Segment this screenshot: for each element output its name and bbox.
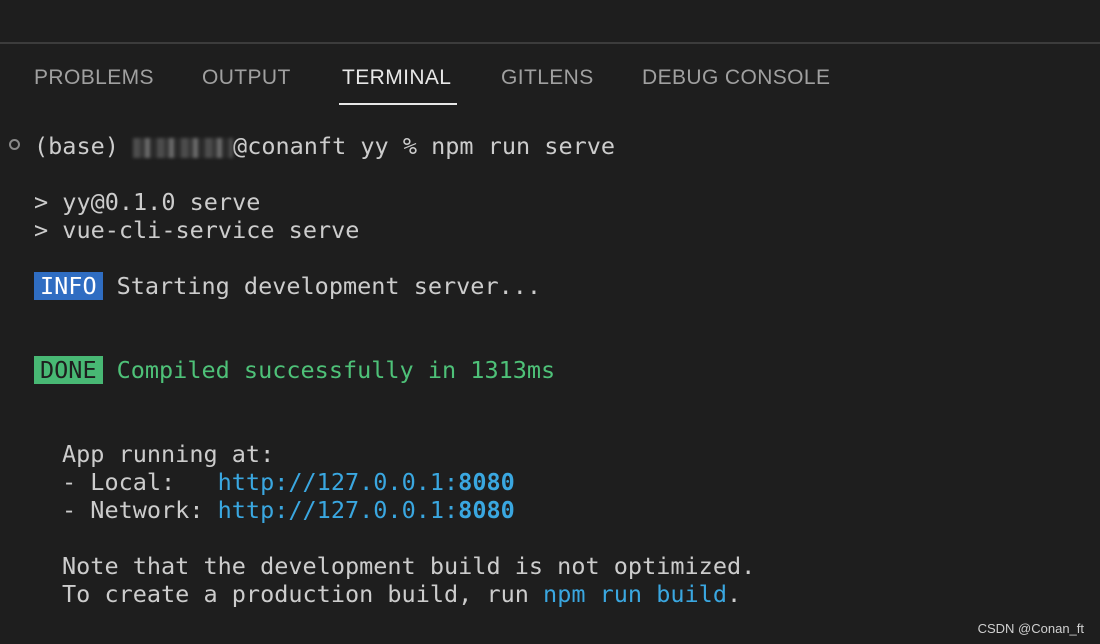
tab-problems[interactable]: PROBLEMS — [34, 66, 154, 90]
local-label: - Local: — [62, 468, 218, 496]
script-line-1: > yy@0.1.0 serve — [34, 188, 261, 216]
tab-output[interactable]: OUTPUT — [202, 66, 291, 90]
info-line: INFO Starting development server... — [34, 272, 541, 300]
local-url-line: - Local: http://127.0.0.1:8080 — [62, 468, 515, 496]
local-url-link[interactable]: http://127.0.0.1:8080 — [218, 468, 515, 496]
app-running-heading: App running at: — [62, 440, 275, 468]
watermark: CSDN @Conan_ft — [977, 621, 1084, 636]
done-line: DONE Compiled successfully in 1313ms — [34, 356, 555, 384]
network-url-link[interactable]: http://127.0.0.1:8080 — [218, 496, 515, 524]
done-text: Compiled successfully in 1313ms — [116, 356, 556, 384]
tab-gitlens[interactable]: GITLENS — [501, 66, 594, 90]
build-command: npm run build — [543, 580, 727, 608]
prompt-command: npm run serve — [431, 132, 616, 160]
script-line-2: > vue-cli-service serve — [34, 216, 360, 244]
active-tab-indicator — [339, 103, 457, 105]
done-badge: DONE — [34, 356, 103, 384]
info-badge: INFO — [34, 272, 103, 300]
tab-debug-console[interactable]: DEBUG CONSOLE — [642, 66, 830, 90]
network-url-line: - Network: http://127.0.0.1:8080 — [62, 496, 515, 524]
panel-tab-bar: PROBLEMS OUTPUT TERMINAL GITLENS DEBUG C… — [0, 44, 1100, 114]
tab-terminal[interactable]: TERMINAL — [342, 66, 451, 90]
info-text: Starting development server... — [116, 272, 542, 300]
prompt-host: @conanft yy % — [233, 132, 432, 160]
command-status-circle-icon[interactable] — [9, 139, 20, 150]
note-line-2: To create a production build, run npm ru… — [62, 580, 742, 608]
network-label: - Network: — [62, 496, 218, 524]
redacted-username — [133, 137, 234, 158]
prompt-line: (base) @conanft yy % npm run serve — [34, 132, 615, 160]
conda-env: (base) — [34, 132, 119, 160]
note-line-1: Note that the development build is not o… — [62, 552, 756, 580]
